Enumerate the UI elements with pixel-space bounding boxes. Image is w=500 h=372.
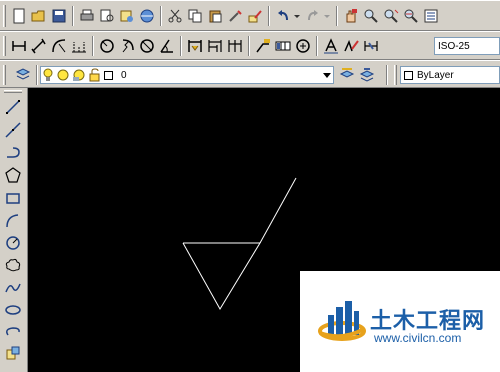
toolbar-separator xyxy=(336,6,338,26)
toolbar-separator xyxy=(180,36,182,56)
revision-cloud-icon[interactable] xyxy=(4,256,22,274)
linear-dim-icon[interactable] xyxy=(10,37,28,55)
cut-icon[interactable] xyxy=(166,7,184,25)
standard-toolbar xyxy=(0,0,500,31)
paste-icon[interactable] xyxy=(206,7,224,25)
ellipse-arc-icon[interactable] xyxy=(4,323,22,341)
circle-icon[interactable] xyxy=(4,234,22,252)
layers-toolbar: 0 ByLayer xyxy=(0,60,500,88)
arc-icon[interactable] xyxy=(4,212,22,230)
toolbar-separator xyxy=(72,6,74,26)
layer-color-swatch xyxy=(104,70,113,80)
quick-dim-icon[interactable] xyxy=(186,37,204,55)
dimension-toolbar: ISO-25 xyxy=(0,31,500,60)
plot-preview-icon[interactable] xyxy=(98,7,116,25)
toolbar-grip[interactable] xyxy=(3,5,6,27)
polyline-icon[interactable] xyxy=(4,144,22,162)
diameter-dim-icon[interactable] xyxy=(138,37,156,55)
spline-icon[interactable] xyxy=(4,279,22,297)
angular-dim-icon[interactable] xyxy=(158,37,176,55)
copy-icon[interactable] xyxy=(186,7,204,25)
triangle-shape[interactable] xyxy=(182,242,261,310)
jogged-dim-icon[interactable] xyxy=(118,37,136,55)
new-icon[interactable] xyxy=(10,7,28,25)
layer-unlock-padlock-icon[interactable] xyxy=(88,68,102,82)
watermark-panel: 土木工程网 www.civilcn.com xyxy=(300,271,500,372)
dim-text-edit-icon[interactable] xyxy=(342,37,360,55)
center-mark-icon[interactable] xyxy=(294,37,312,55)
construction-line-icon[interactable] xyxy=(4,121,22,139)
pan-icon[interactable] xyxy=(342,7,360,25)
zoom-realtime-icon[interactable] xyxy=(362,7,380,25)
toolbar-separator xyxy=(386,65,388,85)
dim-style-value: ISO-25 xyxy=(438,40,470,52)
quick-leader-icon[interactable] xyxy=(254,37,272,55)
polygon-icon[interactable] xyxy=(4,166,22,184)
layer-select[interactable]: 0 xyxy=(40,66,334,84)
layer-viewport-thaw-icon[interactable] xyxy=(72,68,86,82)
save-icon[interactable] xyxy=(50,7,68,25)
open-icon[interactable] xyxy=(30,7,48,25)
insert-block-icon[interactable] xyxy=(4,344,22,362)
dim-edit-icon[interactable] xyxy=(322,37,340,55)
toolbar-grip[interactable] xyxy=(3,65,6,85)
watermark-url: www.civilcn.com xyxy=(374,331,462,345)
draw-toolbar xyxy=(0,88,28,372)
continue-dim-icon[interactable] xyxy=(226,37,244,55)
layer-name-value: 0 xyxy=(121,69,127,81)
toolbar-separator xyxy=(160,6,162,26)
baseline-dim-icon[interactable] xyxy=(206,37,224,55)
block-editor-icon[interactable] xyxy=(246,7,264,25)
make-current-layer-icon[interactable] xyxy=(338,65,356,83)
aligned-dim-icon[interactable] xyxy=(30,37,48,55)
zoom-previous-icon[interactable] xyxy=(402,7,420,25)
layer-previous-icon[interactable] xyxy=(358,65,376,83)
civilcn-logo-icon xyxy=(318,301,366,341)
toolbar-separator xyxy=(316,36,318,56)
toolbar-separator xyxy=(248,36,250,56)
match-properties-icon[interactable] xyxy=(226,7,244,25)
redo-dropdown-chevron-icon[interactable] xyxy=(322,7,332,25)
ellipse-icon[interactable] xyxy=(4,301,22,319)
dim-style-select[interactable]: ISO-25 xyxy=(434,37,500,55)
color-swatch xyxy=(404,70,413,80)
layer-manager-icon[interactable] xyxy=(14,65,32,83)
toolbar-grip[interactable] xyxy=(3,36,6,56)
line-icon[interactable] xyxy=(4,98,22,116)
toolbar-separator xyxy=(36,65,38,85)
dim-update-icon[interactable] xyxy=(362,37,380,55)
toolbar-grip[interactable] xyxy=(4,90,22,93)
redo-icon[interactable] xyxy=(304,7,322,25)
layer-dropdown-chevron-icon[interactable] xyxy=(323,73,331,78)
toolbar-separator xyxy=(92,36,94,56)
print-icon[interactable] xyxy=(78,7,96,25)
color-control-value: ByLayer xyxy=(417,69,454,81)
arc-length-icon[interactable] xyxy=(50,37,68,55)
3d-dwf-icon[interactable] xyxy=(138,7,156,25)
layer-thaw-sun-icon[interactable] xyxy=(56,68,70,82)
extension-line[interactable] xyxy=(259,177,297,244)
undo-dropdown-chevron-icon[interactable] xyxy=(292,7,302,25)
tolerance-icon[interactable] xyxy=(274,37,292,55)
color-control-select[interactable]: ByLayer xyxy=(400,66,500,84)
radius-dim-icon[interactable] xyxy=(98,37,116,55)
layer-on-lightbulb-icon[interactable] xyxy=(43,68,53,82)
undo-icon[interactable] xyxy=(274,7,292,25)
ordinate-dim-icon[interactable] xyxy=(70,37,88,55)
toolbar-separator xyxy=(268,6,270,26)
toolbar-grip[interactable] xyxy=(394,65,397,85)
properties-icon[interactable] xyxy=(422,7,440,25)
cad-application-window: ISO-25 0 ByLayer 土木工程网 www.civilcn.com xyxy=(0,0,500,372)
publish-icon[interactable] xyxy=(118,7,136,25)
zoom-window-icon[interactable] xyxy=(382,7,400,25)
rectangle-icon[interactable] xyxy=(4,189,22,207)
